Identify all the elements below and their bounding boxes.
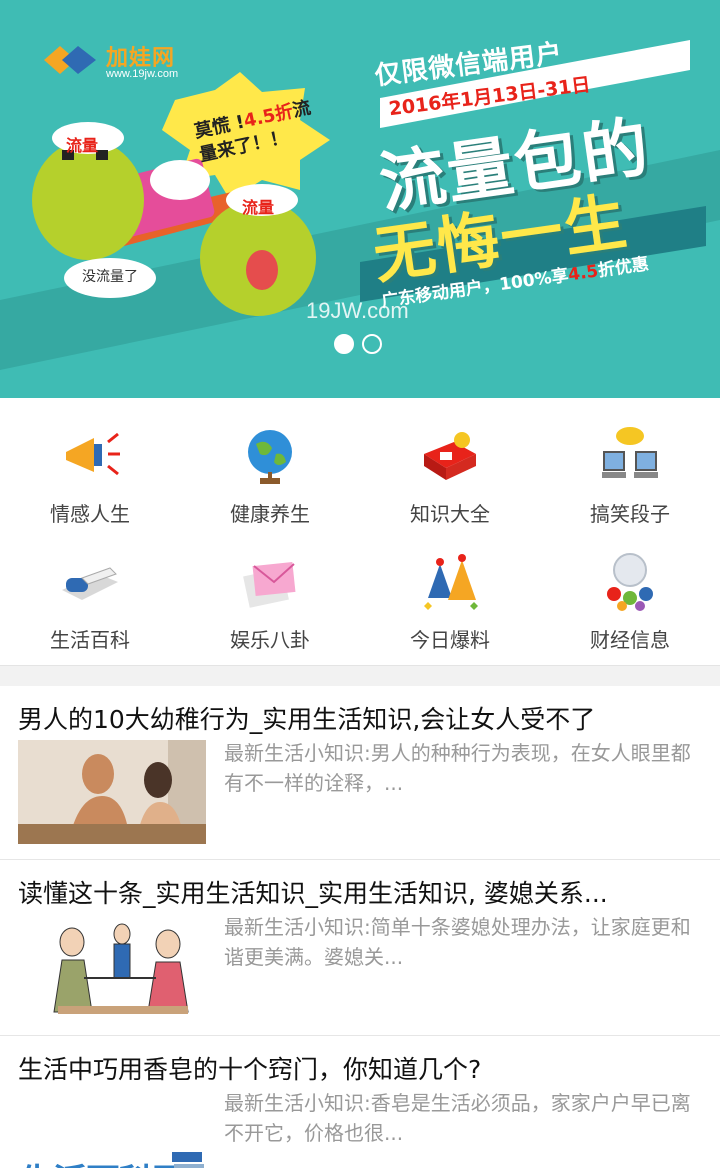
category-label: 娱乐八卦 xyxy=(230,628,310,652)
logo-url: www.19jw.com xyxy=(106,68,179,80)
category-item-finance[interactable]: 财经信息 xyxy=(540,530,720,652)
article-item[interactable]: 生活中巧用香皂的十个窍门，你知道几个? 生活百科网 最新生活小知识:香皂是生活必… xyxy=(0,1036,720,1168)
carousel-indicator xyxy=(334,334,382,354)
category-item-jokes[interactable]: 搞笑段子 xyxy=(540,404,720,526)
article-description: 最新生活小知识:简单十条婆媳处理办法，让家庭更和谐更美满。婆媳关... xyxy=(224,915,691,969)
category-label: 健康养生 xyxy=(230,502,310,526)
envelope-icon xyxy=(243,561,296,608)
megaphone-icon xyxy=(66,432,120,476)
hat-label: 流量 xyxy=(66,136,99,155)
couple-photo xyxy=(18,740,206,844)
section-divider xyxy=(0,666,720,686)
tug-of-war-cartoon xyxy=(18,914,206,1018)
category-label: 生活百科 xyxy=(50,628,130,652)
watermark: 19JW.com xyxy=(306,298,409,323)
category-grid: 情感人生 健康养生 知识大全 搞笑段子 生活百科 娱乐八卦 今日爆料 财经信息 xyxy=(0,398,720,666)
gift-box-icon xyxy=(424,432,476,480)
article-title[interactable]: 读懂这十条_实用生活知识_实用生活知识, 婆媳关系... xyxy=(18,874,708,910)
article-description: 最新生活小知识:男人的种种行为表现，在女人眼里都有不一样的诠释，... xyxy=(224,741,691,795)
category-item-news[interactable]: 今日爆料 xyxy=(360,530,540,652)
globe-icon xyxy=(248,430,292,484)
category-label: 知识大全 xyxy=(410,502,490,526)
article-description: 最新生活小知识:香皂是生活必须品，家家户户早已离不开它，价格也很... xyxy=(224,1091,691,1145)
scanner-icon xyxy=(62,567,118,600)
logo-mark-icon xyxy=(44,46,96,74)
article-thumbnail[interactable] xyxy=(18,740,206,844)
promo-banner[interactable]: 加娃网 www.19jw.com 莫慌 !4.5折流量来了！！ 流量 流量 没流… xyxy=(0,0,720,398)
category-label: 今日爆料 xyxy=(410,628,490,652)
article-item[interactable]: 读懂这十条_实用生活知识_实用生活知识, 婆媳关系... 最新生活小知识:简单十… xyxy=(0,860,720,1036)
article-title[interactable]: 生活中巧用香皂的十个窍门，你知道几个? xyxy=(18,1050,708,1086)
thumbnail-site-logo: 生活百科网 xyxy=(20,1154,186,1168)
category-label: 财经信息 xyxy=(590,628,670,652)
character-right-mouth xyxy=(246,250,278,290)
character-left xyxy=(32,140,144,260)
article-thumbnail[interactable]: 生活百科网 xyxy=(18,1090,206,1168)
category-item-entertainment[interactable]: 娱乐八卦 xyxy=(180,530,360,652)
chat-computers-icon xyxy=(602,427,658,478)
category-item-life[interactable]: 生活百科 xyxy=(0,530,180,652)
carousel-dot-active[interactable] xyxy=(334,334,354,354)
category-item-emotion[interactable]: 情感人生 xyxy=(0,404,180,526)
category-label: 搞笑段子 xyxy=(590,502,670,526)
hat-label: 流量 xyxy=(242,198,275,217)
site-logo[interactable]: 加娃网 www.19jw.com xyxy=(40,40,190,86)
crystal-ball-icon xyxy=(607,553,653,611)
article-title[interactable]: 男人的10大幼稚行为_实用生活知识,会让女人受不了 xyxy=(18,700,708,736)
article-item[interactable]: 男人的10大幼稚行为_实用生活知识,会让女人受不了 最新生活小知识:男人的种种行… xyxy=(0,686,720,860)
books-icon xyxy=(172,1152,204,1168)
party-hats-icon xyxy=(424,554,478,610)
category-item-knowledge[interactable]: 知识大全 xyxy=(360,404,540,526)
article-thumbnail[interactable] xyxy=(18,914,206,1018)
category-label: 情感人生 xyxy=(50,502,130,526)
category-item-health[interactable]: 健康养生 xyxy=(180,404,360,526)
carousel-dot[interactable] xyxy=(362,334,382,354)
no-data-caption: 没流量了 xyxy=(82,269,138,285)
